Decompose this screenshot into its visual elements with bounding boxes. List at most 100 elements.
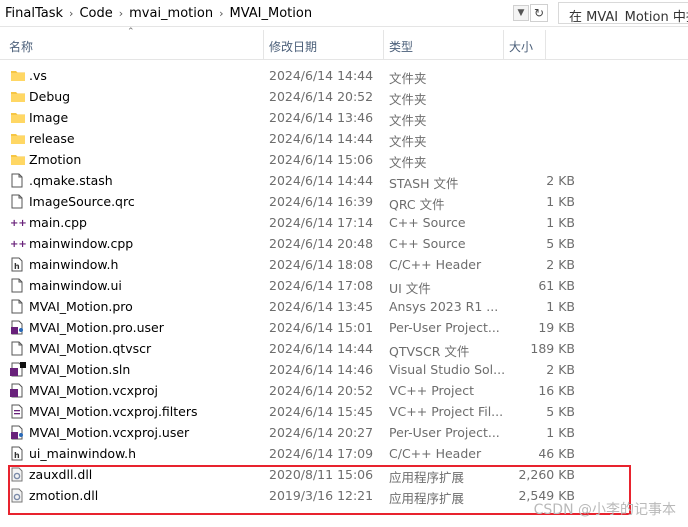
file-size: 16 KB	[538, 383, 575, 398]
file-name: MVAI_Motion.vcxproj.filters	[29, 404, 198, 419]
file-type: STASH 文件	[389, 176, 459, 191]
file-date: 2024/6/14 13:45	[269, 299, 374, 314]
svg-text:h: h	[14, 262, 20, 271]
breadcrumb: FinalTask › Code › mvai_motion › MVAI_Mo…	[0, 0, 530, 26]
file-date: 2024/6/14 20:27	[269, 425, 374, 440]
folder-icon	[10, 152, 25, 167]
file-row[interactable]: MVAI_Motion.vcxproj 2024/6/14 20:52 VC++ P…	[0, 380, 688, 401]
file-row[interactable]: h ui_mainwindow.h 2024/6/14 17:09 C/C++ Hea…	[0, 443, 688, 464]
file-date: 2024/6/14 15:01	[269, 320, 374, 335]
file-row[interactable]: h mainwindow.h 2024/6/14 18:08 C/C++ Header…	[0, 254, 688, 275]
file-icon	[10, 173, 24, 188]
file-name: Debug	[29, 89, 71, 104]
vcxproj-icon	[10, 383, 24, 398]
column-divider[interactable]	[503, 30, 504, 60]
file-size: 19 KB	[538, 320, 575, 335]
refresh-button[interactable]: ↻	[530, 4, 548, 22]
file-type: 文件夹	[389, 113, 427, 128]
file-name: mainwindow.ui	[29, 278, 122, 293]
file-name: ui_mainwindow.h	[29, 446, 137, 461]
file-row[interactable]: MVAI_Motion.pro 2024/6/14 13:45 Ansys 2023…	[0, 296, 688, 317]
file-row[interactable]: MVAI_Motion.vcxproj.filters 2024/6/14 15:…	[0, 401, 688, 422]
file-name: .qmake.stash	[29, 173, 113, 188]
file-size: 46 KB	[538, 446, 575, 461]
file-row[interactable]: ImageSource.qrc 2024/6/14 16:39 QRC 文件 1 KB	[0, 191, 688, 212]
file-name: MVAI_Motion.pro	[29, 299, 133, 314]
file-type: QRC 文件	[389, 197, 445, 212]
file-date: 2024/6/14 14:44	[269, 173, 374, 188]
file-date: 2024/6/14 16:39	[269, 194, 374, 209]
file-row[interactable]: ++ mainwindow.cpp 2024/6/14 20:48 C++ Sourc…	[0, 233, 688, 254]
file-type: Per-User Project...	[389, 425, 500, 440]
file-row[interactable]: Debug 2024/6/14 20:52 文件夹	[0, 86, 688, 107]
file-name: Image	[29, 110, 69, 125]
address-dropdown-button[interactable]: ▼	[513, 5, 529, 21]
file-row[interactable]: .vs 2024/6/14 14:44 文件夹	[0, 65, 688, 86]
column-divider[interactable]	[383, 30, 384, 60]
column-header-type[interactable]: 类型	[389, 38, 413, 55]
file-name: MVAI_Motion.qtvscr	[29, 341, 152, 356]
file-date: 2024/6/14 14:44	[269, 131, 374, 146]
file-type: Ansys 2023 R1 ...	[389, 299, 499, 314]
file-row[interactable]: .qmake.stash 2024/6/14 14:44 STASH 文件 2 KB	[0, 170, 688, 191]
file-row[interactable]: Zmotion 2024/6/14 15:06 文件夹	[0, 149, 688, 170]
file-row[interactable]: MVAI_Motion.sln 2024/6/14 14:46 Visual Stu…	[0, 359, 688, 380]
file-type: Visual Studio Sol...	[389, 362, 506, 377]
file-name: Zmotion	[29, 152, 82, 167]
search-input[interactable]: 在 MVAI_Motion 中搜	[558, 2, 688, 24]
file-date: 2024/6/14 17:14	[269, 215, 374, 230]
file-date: 2024/6/14 18:08	[269, 257, 374, 272]
column-header-date[interactable]: 修改日期	[269, 38, 317, 55]
file-date: 2024/6/14 14:46	[269, 362, 374, 377]
file-size: 2 KB	[546, 257, 575, 272]
column-header-row: 名称 修改日期 类型 大小	[0, 30, 688, 60]
file-type: C/C++ Header	[389, 257, 482, 272]
file-row[interactable]: mainwindow.ui 2024/6/14 17:08 UI 文件 61 KB	[0, 275, 688, 296]
svg-text:h: h	[14, 451, 20, 460]
file-date: 2024/6/14 14:44	[269, 341, 374, 356]
svg-text:++: ++	[10, 218, 26, 229]
file-type: C/C++ Header	[389, 446, 482, 461]
file-type: 文件夹	[389, 155, 427, 170]
vs-solution-icon	[10, 362, 26, 377]
folder-icon	[10, 89, 25, 104]
file-date: 2024/6/14 20:52	[269, 383, 374, 398]
breadcrumb-item-mvai-motion-project[interactable]: MVAI_Motion	[225, 6, 318, 21]
file-date: 2024/6/14 15:45	[269, 404, 374, 419]
file-size: 2 KB	[546, 362, 575, 377]
file-row[interactable]: MVAI_Motion.qtvscr 2024/6/14 14:44 QTVSCR …	[0, 338, 688, 359]
file-size: 5 KB	[546, 236, 575, 251]
breadcrumb-item-code[interactable]: Code	[74, 6, 117, 21]
column-header-name[interactable]: 名称	[9, 38, 33, 55]
file-row[interactable]: MVAI_Motion.vcxproj.user 2024/6/14 20:27 P…	[0, 422, 688, 443]
folder-icon	[10, 131, 25, 146]
file-date: 2024/6/14 14:44	[269, 68, 374, 83]
column-divider[interactable]	[263, 30, 264, 60]
file-type: 文件夹	[389, 92, 427, 107]
file-name: MVAI_Motion.pro.user	[29, 320, 164, 335]
file-size: 1 KB	[546, 299, 575, 314]
breadcrumb-item-mvai-motion[interactable]: mvai_motion	[124, 6, 218, 21]
svg-text:++: ++	[10, 239, 26, 250]
breadcrumb-item-finaltask[interactable]: FinalTask	[0, 6, 68, 21]
file-type: Per-User Project...	[389, 320, 500, 335]
column-divider[interactable]	[545, 30, 546, 60]
file-size: 1 KB	[546, 425, 575, 440]
column-header-size[interactable]: 大小	[509, 38, 533, 55]
file-icon	[10, 341, 24, 356]
file-size: 61 KB	[538, 278, 575, 293]
file-size: 1 KB	[546, 215, 575, 230]
refresh-icon: ↻	[533, 6, 545, 20]
file-row[interactable]: release 2024/6/14 14:44 文件夹	[0, 128, 688, 149]
folder-icon	[10, 68, 25, 83]
file-type: UI 文件	[389, 281, 431, 296]
file-date: 2024/6/14 20:52	[269, 89, 374, 104]
file-date: 2024/6/14 17:09	[269, 446, 374, 461]
file-row[interactable]: MVAI_Motion.pro.user 2024/6/14 15:01 Per-U…	[0, 317, 688, 338]
file-name: MVAI_Motion.vcxproj.user	[29, 425, 190, 440]
file-name: main.cpp	[29, 215, 87, 230]
file-row[interactable]: ++ main.cpp 2024/6/14 17:14 C++ Source 1 KB	[0, 212, 688, 233]
folder-icon	[10, 110, 25, 125]
file-row[interactable]: Image 2024/6/14 13:46 文件夹	[0, 107, 688, 128]
file-type: QTVSCR 文件	[389, 344, 470, 359]
